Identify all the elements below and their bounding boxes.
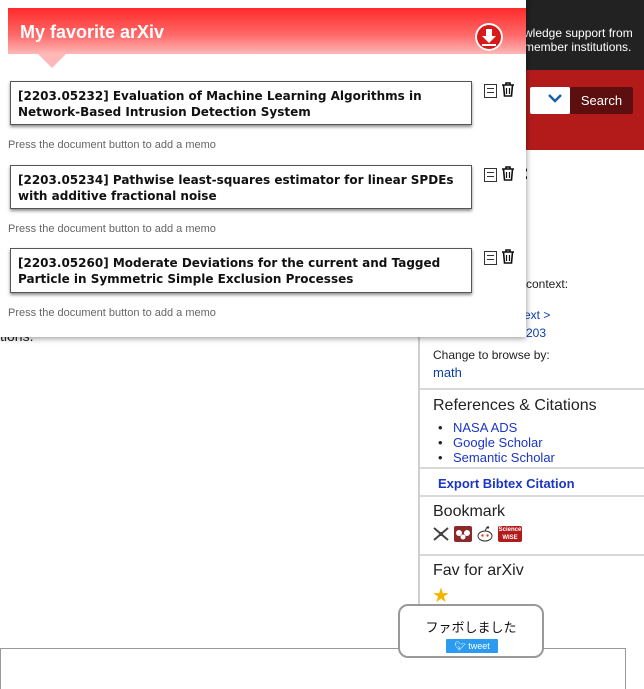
change-browse-label: Change to browse by:	[433, 348, 550, 362]
trash-icon[interactable]	[501, 249, 515, 264]
bibsonomy-icon[interactable]	[432, 526, 450, 542]
favorite-entry-title[interactable]: [2203.05232] Evaluation of Machine Learn…	[10, 81, 472, 125]
sidebar-divider	[420, 388, 644, 390]
tweet-label: tweet	[468, 641, 490, 651]
search-button[interactable]: Search	[570, 87, 633, 114]
reddit-icon[interactable]	[476, 526, 494, 542]
memo-hint: Press the document button to add a memo	[8, 139, 216, 151]
sidebar-divider	[420, 467, 644, 469]
month-link[interactable]: 203	[526, 326, 546, 340]
popup-header: My favorite arXiv	[8, 8, 526, 54]
ack-line-2: member institutions.	[524, 40, 632, 54]
favorited-toast: ファボしました 🐦︎ tweet	[398, 604, 544, 658]
twitter-bird-icon: 🐦︎	[454, 641, 466, 651]
sidebar-divider	[420, 495, 644, 497]
bookmark-heading: Bookmark	[433, 503, 506, 520]
sidebar-divider	[420, 554, 644, 556]
fav-heading: Fav for arXiv	[433, 562, 524, 579]
download-icon[interactable]	[475, 23, 503, 51]
nasa-ads-link[interactable]: NASA ADS	[438, 420, 555, 435]
chevron-down-icon[interactable]	[548, 92, 562, 106]
sciencewise-icon[interactable]: Science WISE	[498, 526, 522, 542]
trash-icon[interactable]	[501, 166, 515, 181]
google-scholar-link[interactable]: Google Scholar	[438, 435, 555, 450]
memo-document-icon[interactable]	[484, 84, 497, 98]
memo-document-icon[interactable]	[484, 251, 497, 265]
mendeley-icon[interactable]	[454, 526, 472, 542]
tweet-button[interactable]: 🐦︎ tweet	[446, 639, 498, 653]
memo-hint: Press the document button to add a memo	[8, 223, 216, 235]
header-pointer	[38, 54, 66, 68]
references-list: NASA ADS Google Scholar Semantic Scholar	[438, 420, 555, 465]
bookmark-icons: Science WISE	[432, 526, 522, 542]
references-heading: References & Citations	[433, 397, 597, 414]
favorites-popup: My favorite arXiv [2203.05232] Evaluatio…	[0, 0, 526, 337]
favorite-entry-title[interactable]: [2203.05234] Pathwise least-squares esti…	[10, 165, 472, 209]
next-link[interactable]: ext >	[524, 308, 550, 322]
toast-message: ファボしました	[425, 620, 517, 635]
trash-icon[interactable]	[501, 82, 515, 97]
browse-context-label: context:	[526, 277, 569, 291]
browse-math-link[interactable]: math	[433, 365, 462, 380]
memo-hint: Press the document button to add a memo	[8, 307, 216, 319]
favorite-entry-title[interactable]: [2203.05260] Moderate Deviations for the…	[10, 248, 472, 293]
popup-title: My favorite arXiv	[20, 22, 165, 42]
acknowledgement-text: wledge support from member institutions.	[524, 26, 633, 54]
export-bibtex-link[interactable]: Export Bibtex Citation	[438, 476, 575, 491]
semantic-scholar-link[interactable]: Semantic Scholar	[438, 450, 555, 465]
ack-line-1: wledge support from	[524, 26, 633, 40]
memo-document-icon[interactable]	[484, 168, 497, 182]
